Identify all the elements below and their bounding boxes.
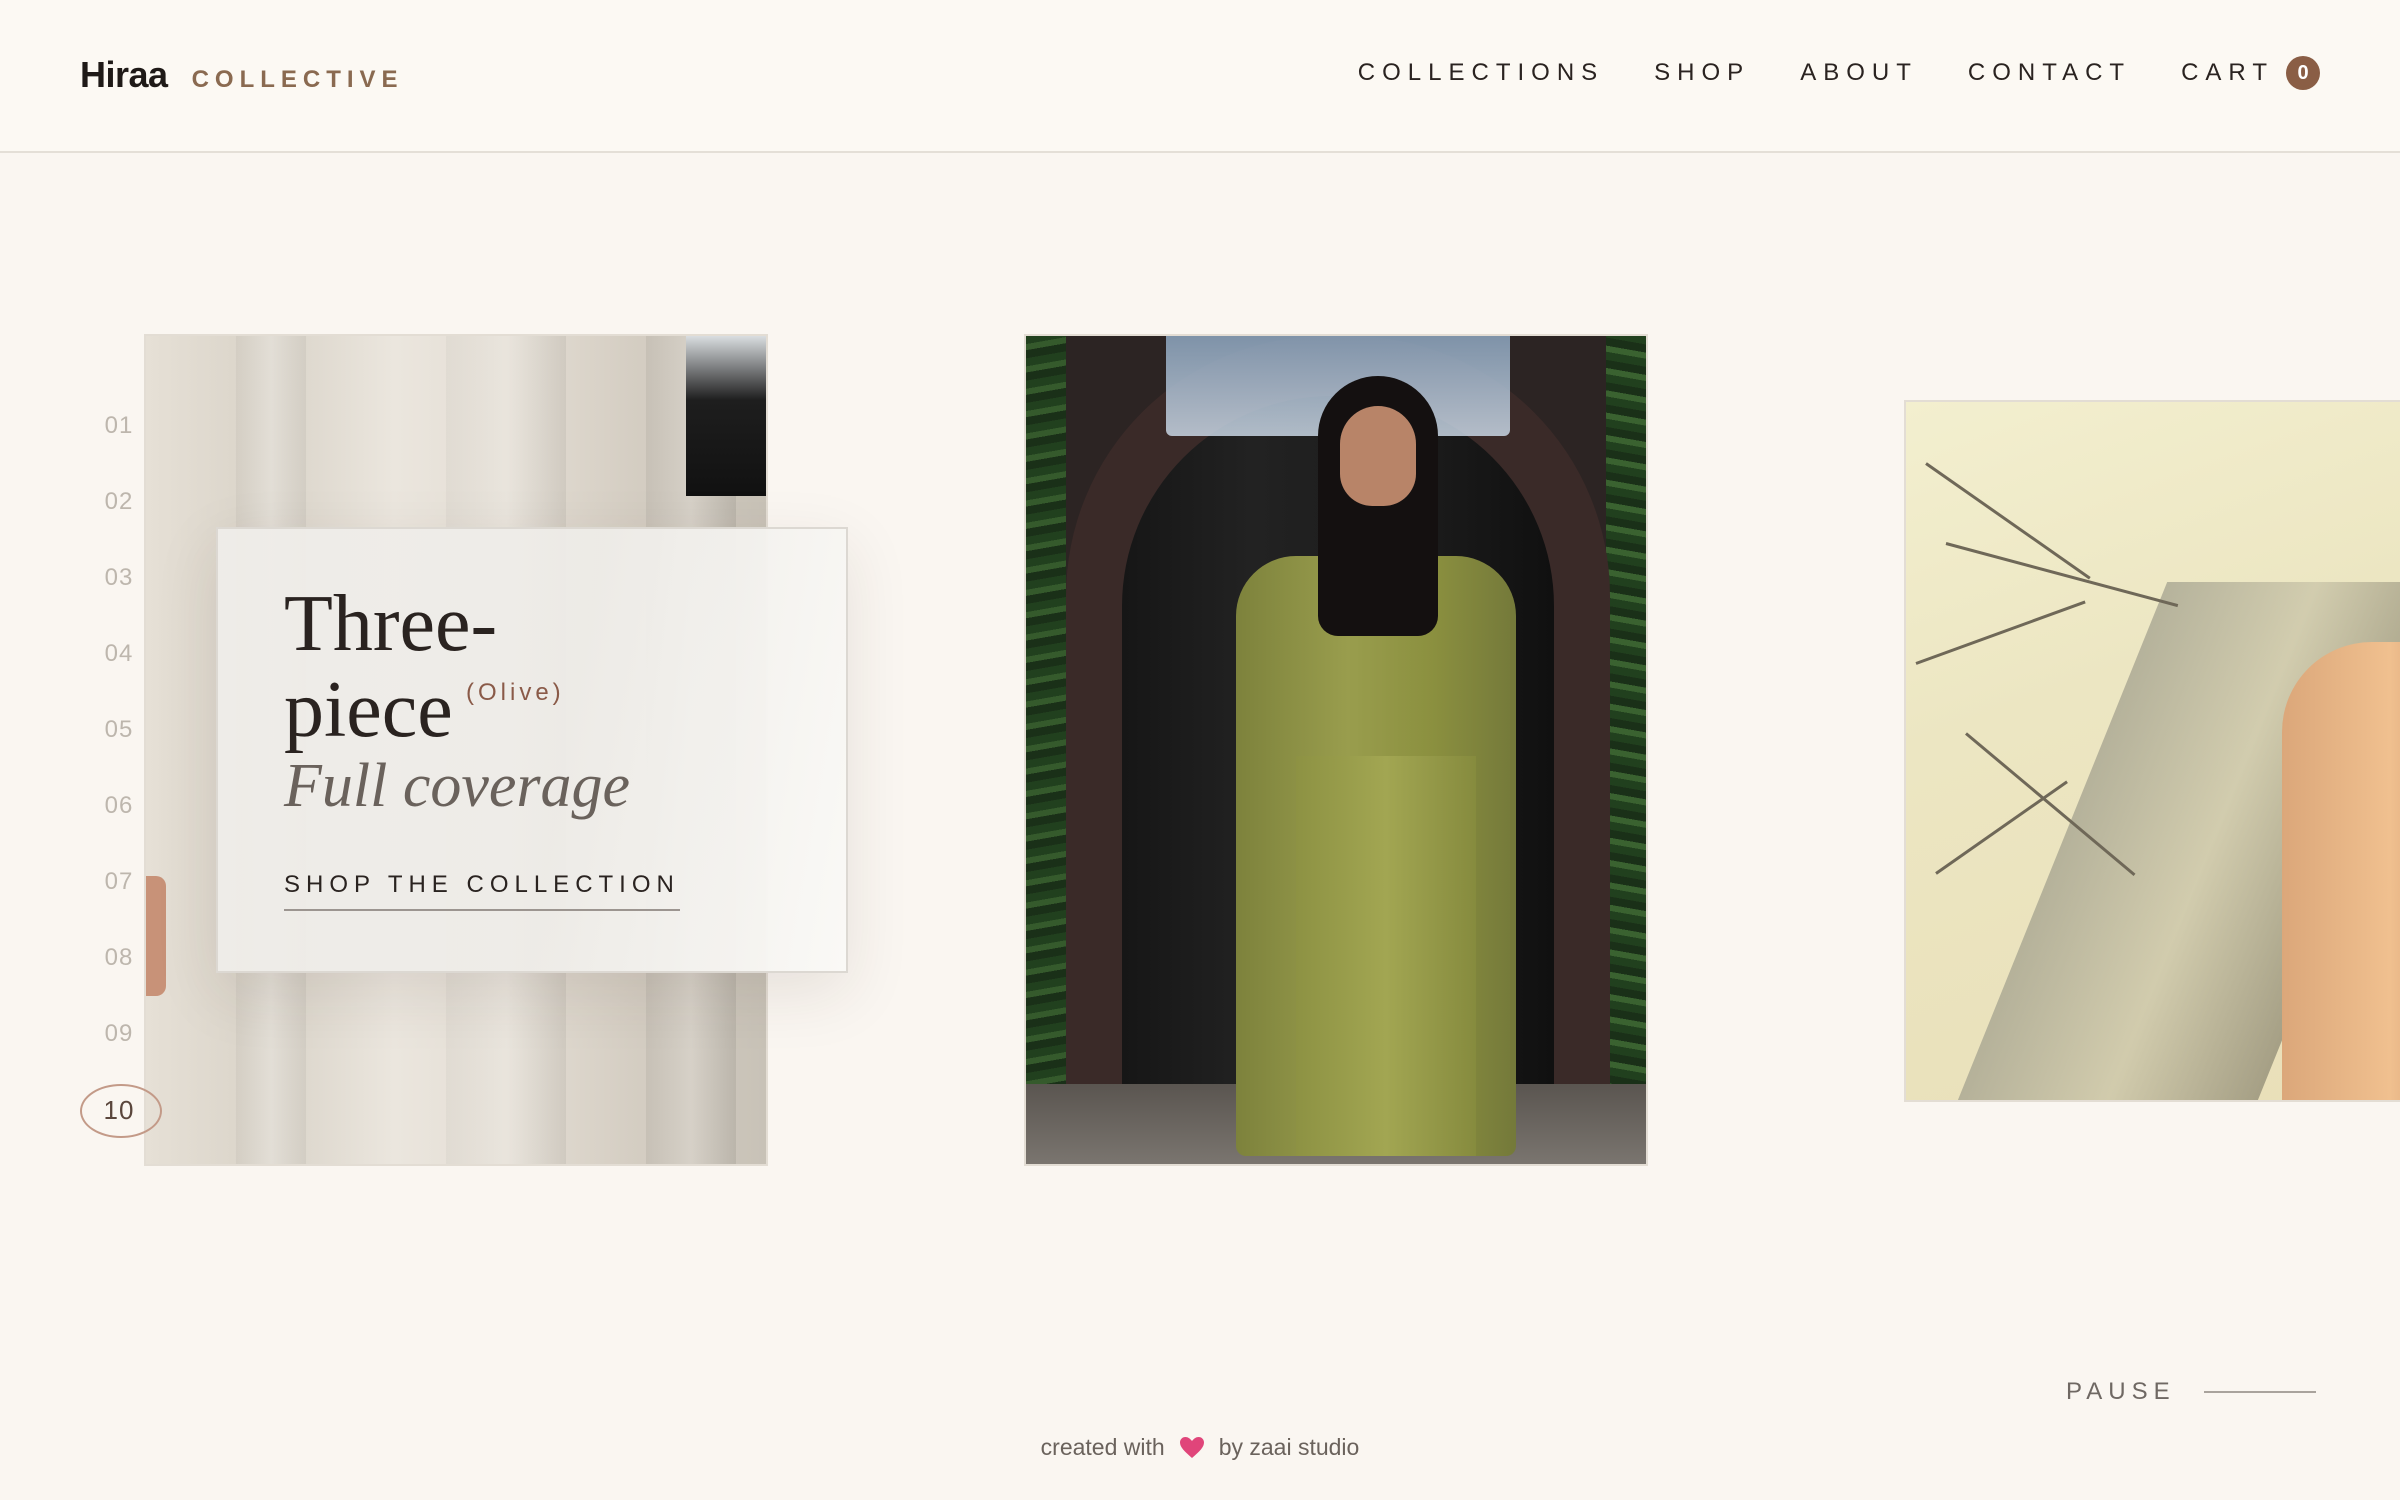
- shop-collection-link[interactable]: SHOP THE COLLECTION: [284, 871, 680, 911]
- nav-about[interactable]: ABOUT: [1800, 59, 1918, 87]
- site-header: Hiraa COLLECTIVE COLLECTIONS SHOP ABOUT …: [0, 0, 2400, 153]
- slide-index-10-active[interactable]: 10: [80, 1072, 162, 1148]
- slide-index-04[interactable]: 04: [80, 616, 158, 692]
- slide-index-02[interactable]: 02: [80, 464, 158, 540]
- pause-progress-line: [2203, 1391, 2316, 1393]
- heart-icon: [1179, 1436, 1204, 1458]
- cart-label: CART: [2181, 59, 2274, 86]
- collection-card: Three- piece (Olive) Full coverage SHOP …: [216, 527, 848, 973]
- cart-count-badge: 0: [2286, 56, 2320, 90]
- brand-logo[interactable]: Hiraa COLLECTIVE: [80, 54, 404, 96]
- slide-index-09[interactable]: 09: [80, 996, 158, 1072]
- collection-subtitle: Full coverage: [284, 752, 631, 820]
- collection-color-tag: (Olive): [466, 679, 565, 706]
- footer-text-after[interactable]: by zaai studio: [1219, 1434, 1360, 1461]
- slide-index-01[interactable]: 01: [80, 388, 158, 464]
- nav-contact[interactable]: CONTACT: [1968, 59, 2131, 87]
- collection-title: Three- piece: [284, 581, 584, 753]
- brand-name: Hiraa: [80, 54, 168, 95]
- footer-credit: created with by zaai studio: [0, 1434, 2400, 1461]
- slide-index-list: 01 02 03 04 05 06 07 08 09 10: [80, 388, 162, 1148]
- slide-image-olive[interactable]: [1024, 334, 1648, 1166]
- pause-button[interactable]: PAUSE: [2066, 1378, 2316, 1406]
- slide-index-03[interactable]: 03: [80, 540, 158, 616]
- brand-subtitle: COLLECTIVE: [191, 66, 404, 93]
- cart-link[interactable]: CART 0: [2181, 56, 2320, 90]
- footer-text-before: created with: [1040, 1434, 1165, 1460]
- main-nav: COLLECTIONS SHOP ABOUT CONTACT CART 0: [1358, 56, 2320, 90]
- collection-title-line1: Three-: [284, 580, 498, 668]
- slide-image-peach[interactable]: [1904, 400, 2400, 1102]
- slide-index-07[interactable]: 07: [80, 844, 158, 920]
- slide-index-06[interactable]: 06: [80, 768, 158, 844]
- slide-index-05[interactable]: 05: [80, 692, 158, 768]
- pause-label: PAUSE: [2066, 1378, 2176, 1405]
- slide-index-08[interactable]: 08: [80, 920, 158, 996]
- nav-collections[interactable]: COLLECTIONS: [1358, 59, 1604, 87]
- nav-shop[interactable]: SHOP: [1654, 59, 1750, 87]
